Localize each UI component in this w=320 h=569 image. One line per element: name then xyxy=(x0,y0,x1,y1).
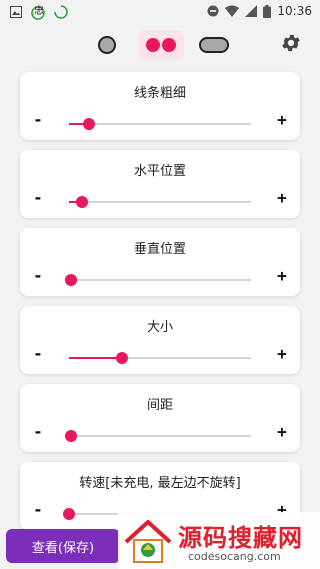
decrease-button[interactable]: - xyxy=(30,346,46,362)
decrease-button[interactable]: - xyxy=(30,268,46,284)
pill-icon xyxy=(199,37,229,53)
image-icon xyxy=(10,6,22,18)
slider-title: 线条粗细 xyxy=(133,86,186,101)
slider-title: 水平位置 xyxy=(133,164,186,179)
single-dot-mode-button[interactable] xyxy=(90,30,124,60)
increase-button[interactable]: + xyxy=(274,190,290,206)
slider-track[interactable] xyxy=(64,430,251,442)
view-save-button[interactable]: 查看(保存) xyxy=(6,529,120,563)
increase-button[interactable]: + xyxy=(274,112,290,128)
watermark: 源码搜藏网 codesocang.com xyxy=(118,512,320,569)
increase-button[interactable]: + xyxy=(274,346,290,362)
decrease-button[interactable]: - xyxy=(30,424,46,440)
loading-ring-icon xyxy=(54,5,68,19)
pill-mode-button[interactable] xyxy=(196,30,232,60)
wifi-icon xyxy=(225,5,240,17)
slider-fill xyxy=(69,357,122,359)
gear-icon[interactable] xyxy=(280,32,302,54)
signal-icon xyxy=(245,5,258,17)
watermark-subtitle: codesocang.com xyxy=(188,550,281,563)
decrease-button[interactable]: - xyxy=(30,190,46,206)
mode-bar xyxy=(0,26,320,64)
slider-card-line-thickness: 线条粗细 - + xyxy=(20,72,300,140)
slider-thumb[interactable] xyxy=(75,196,88,208)
svg-text:忠: 忠 xyxy=(34,5,44,17)
slider-card-horizontal-position: 水平位置 - + xyxy=(20,150,300,218)
slider-track[interactable] xyxy=(69,352,251,364)
slider-thumb[interactable] xyxy=(115,352,128,364)
slider-card-vertical-position: 垂直位置 - + xyxy=(20,228,300,296)
slider-track[interactable] xyxy=(69,196,251,208)
slider-track[interactable] xyxy=(64,274,251,286)
slider-track[interactable] xyxy=(69,118,251,130)
decrease-button[interactable]: - xyxy=(30,112,46,128)
status-time: 10:36 xyxy=(277,4,312,18)
slider-title: 垂直位置 xyxy=(133,242,186,257)
battery-icon xyxy=(263,4,272,18)
status-bar: 忠 10:36 xyxy=(0,0,320,24)
watermark-title: 源码搜藏网 xyxy=(178,524,303,552)
slider-thumb[interactable] xyxy=(64,430,77,442)
slider-thumb[interactable] xyxy=(63,508,75,520)
increase-button[interactable]: + xyxy=(274,268,290,284)
house-logo-icon xyxy=(124,520,172,563)
dnd-icon xyxy=(207,5,219,17)
slider-title: 大小 xyxy=(146,320,173,335)
slider-card-spacing: 间距 - + xyxy=(20,384,300,452)
double-dot-mode-button[interactable] xyxy=(138,30,184,60)
slider-thumb[interactable] xyxy=(64,274,77,286)
app-icon: 忠 xyxy=(31,5,45,20)
increase-button[interactable]: + xyxy=(274,424,290,440)
slider-title: 转速[未充电, 最左边不旋转] xyxy=(79,476,241,491)
slider-card-size: 大小 - + xyxy=(20,306,300,374)
slider-title: 间距 xyxy=(146,398,173,413)
decrease-button[interactable]: - xyxy=(30,502,46,518)
single-dot-icon xyxy=(98,36,116,54)
double-dot-icon xyxy=(146,38,176,52)
slider-thumb[interactable] xyxy=(83,118,96,130)
